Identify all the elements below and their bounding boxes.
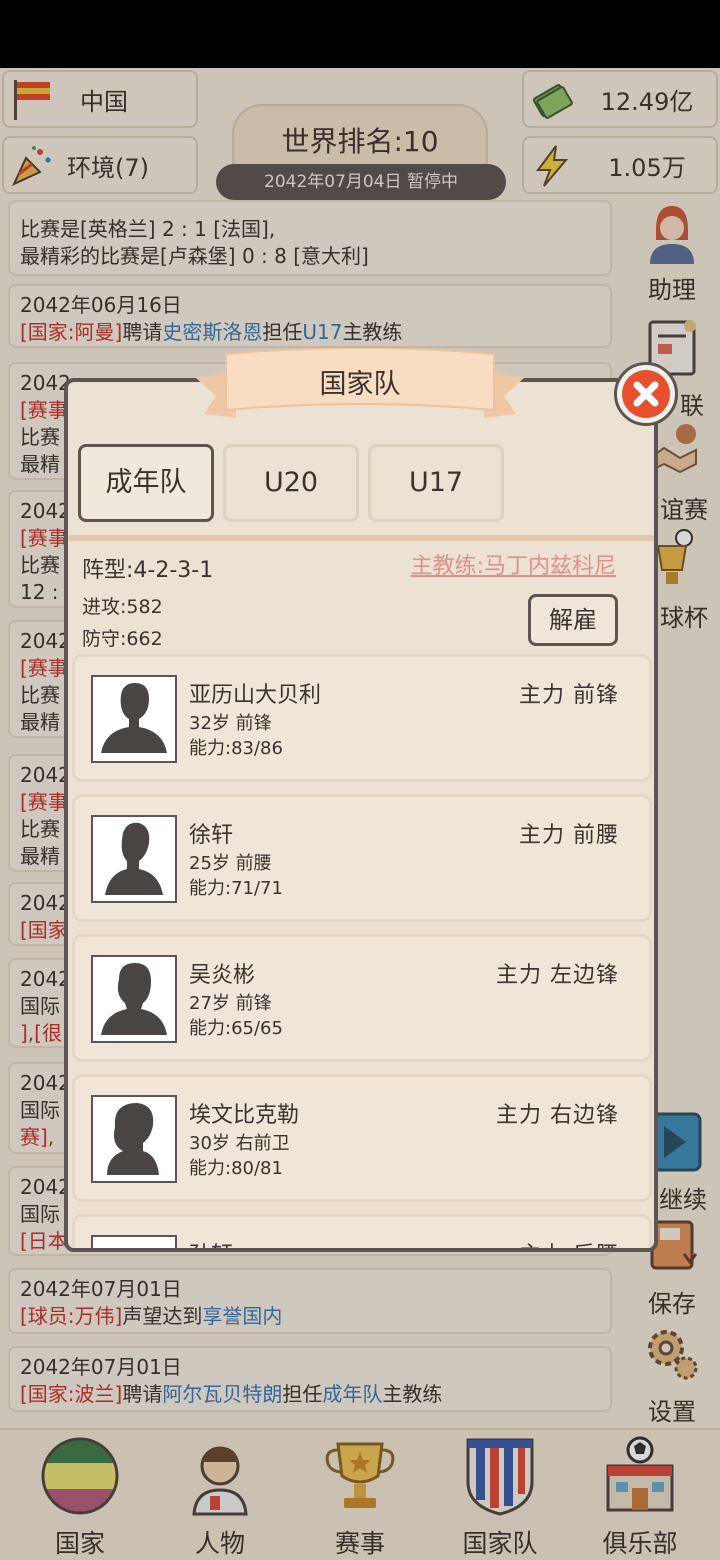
- player-role: 主力 右边锋: [496, 1103, 619, 1128]
- player-age-position: 27岁 前锋: [189, 993, 272, 1014]
- player-silhouette-icon: [105, 822, 163, 895]
- attack-value: 进攻:582: [82, 596, 163, 618]
- defense-value: 防守:662: [82, 628, 163, 650]
- dialog-title: 国家队: [319, 369, 401, 400]
- player-list[interactable]: 亚历山大贝利 32岁 前锋 能力:83/86 主力 前锋 徐轩 25岁 前腰 能…: [68, 654, 654, 1248]
- player-avatar: [91, 815, 177, 903]
- player-name: 徐轩: [189, 823, 234, 848]
- tab-u20[interactable]: U20: [223, 444, 359, 522]
- close-button-face: [622, 370, 670, 418]
- player-ability: 能力:65/65: [189, 1018, 283, 1039]
- player-role: 主力 后腰: [519, 1237, 619, 1248]
- divider: [68, 535, 654, 541]
- player-role: 主力 左边锋: [496, 963, 619, 988]
- player-name: 埃文比克勒: [189, 1103, 300, 1128]
- player-avatar: [91, 955, 177, 1043]
- player-ability: 能力:71/71: [189, 878, 283, 899]
- player-silhouette-icon: [107, 1103, 159, 1175]
- player-avatar: [91, 1095, 177, 1183]
- player-name: 亚历山大贝利: [189, 683, 322, 708]
- close-icon: [633, 381, 659, 407]
- head-coach-link[interactable]: 主教练:马丁内兹科尼: [411, 548, 616, 580]
- player-meta: 32岁 前锋 能力:83/86: [189, 711, 283, 761]
- player-card[interactable]: 孙轩 主力 后腰: [72, 1214, 652, 1248]
- player-name: 吴炎彬: [189, 963, 256, 988]
- fire-coach-button[interactable]: 解雇: [528, 594, 618, 646]
- player-role: 主力 前锋: [519, 683, 619, 708]
- player-age-position: 30岁 右前卫: [189, 1133, 290, 1154]
- dialog-title-ribbon: 国家队: [196, 347, 524, 428]
- player-name: 孙轩: [189, 1237, 233, 1248]
- player-card[interactable]: 徐轩 25岁 前腰 能力:71/71 主力 前腰: [72, 794, 652, 922]
- player-card[interactable]: 亚历山大贝利 32岁 前锋 能力:83/86 主力 前锋: [72, 654, 652, 782]
- game-screen: 中国 环境(7) 12.49亿 1.05万 世界排名:10 2042年07月04…: [0, 68, 720, 1560]
- player-card[interactable]: 吴炎彬 27岁 前锋 能力:65/65 主力 左边锋: [72, 934, 652, 1062]
- national-team-dialog: 成年队 U20 U17 阵型:4-2-3-1 主教练:马丁内兹科尼 进攻:582…: [64, 378, 658, 1252]
- player-meta: 30岁 右前卫 能力:80/81: [189, 1131, 290, 1181]
- player-meta: 25岁 前腰 能力:71/71: [189, 851, 283, 901]
- player-silhouette-icon: [101, 683, 167, 753]
- player-avatar: [91, 1235, 177, 1248]
- close-button[interactable]: [614, 362, 678, 426]
- tab-senior[interactable]: 成年队: [78, 444, 214, 522]
- player-ability: 能力:80/81: [189, 1158, 283, 1179]
- tab-u17[interactable]: U17: [368, 444, 504, 522]
- player-age-position: 25岁 前腰: [189, 853, 272, 874]
- player-ability: 能力:83/86: [189, 738, 283, 759]
- player-card[interactable]: 埃文比克勒 30岁 右前卫 能力:80/81 主力 右边锋: [72, 1074, 652, 1202]
- player-age-position: 32岁 前锋: [189, 713, 272, 734]
- player-role: 主力 前腰: [519, 823, 619, 848]
- player-meta: 27岁 前锋 能力:65/65: [189, 991, 283, 1041]
- player-silhouette-icon: [101, 963, 167, 1035]
- formation-label: 阵型:4-2-3-1: [82, 558, 214, 583]
- player-avatar: [91, 675, 177, 763]
